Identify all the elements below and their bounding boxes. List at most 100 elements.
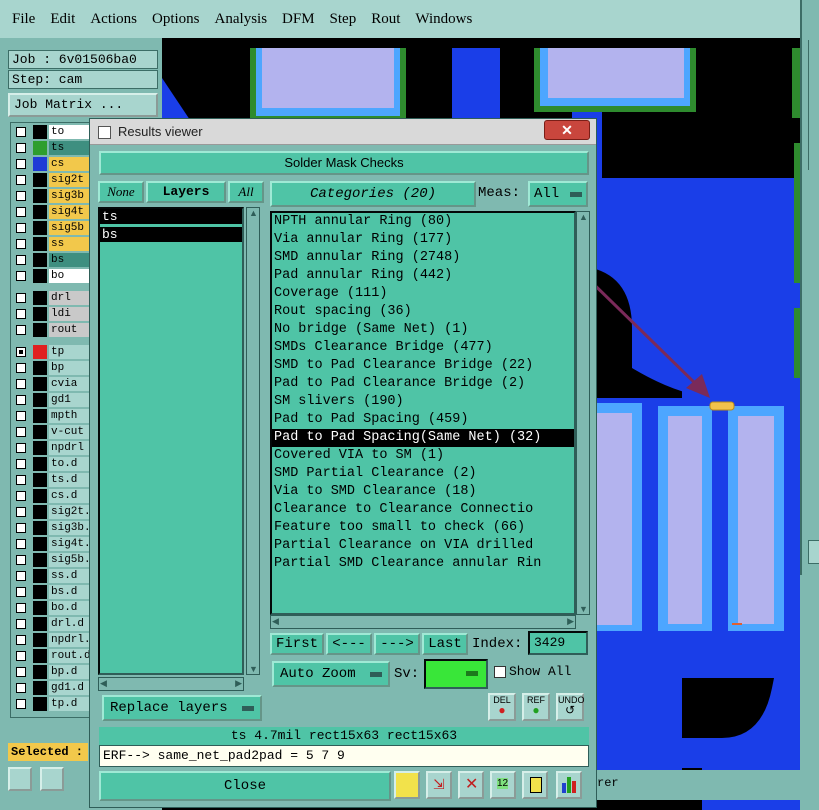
layer-checkbox[interactable]	[16, 699, 26, 709]
category-item[interactable]: Coverage (111)	[272, 285, 574, 303]
layer-checkbox[interactable]	[16, 443, 26, 453]
layer-color-swatch[interactable]	[33, 291, 47, 305]
layer-color-swatch[interactable]	[33, 173, 47, 187]
replace-layers-dropdown[interactable]: Replace layers	[102, 695, 262, 721]
layer-checkbox[interactable]	[16, 325, 26, 335]
layer-color-swatch[interactable]	[33, 409, 47, 423]
layer-checkbox[interactable]	[16, 363, 26, 373]
category-item[interactable]: SMD Partial Clearance (2)	[272, 465, 574, 483]
layer-name[interactable]: ss	[49, 237, 91, 251]
layer-color-swatch[interactable]	[33, 521, 47, 535]
filter-off-icon[interactable]: ✕	[458, 771, 484, 799]
category-item[interactable]: Pad annular Ring (442)	[272, 267, 574, 285]
layer-checkbox[interactable]	[16, 159, 26, 169]
layer-name[interactable]: rout	[49, 323, 91, 337]
menu-file[interactable]: File	[12, 11, 35, 28]
layer-name[interactable]: sig4t	[49, 205, 91, 219]
layer-color-swatch[interactable]	[33, 253, 47, 267]
category-item[interactable]: Via annular Ring (177)	[272, 231, 574, 249]
layer-name[interactable]: ss.d	[49, 569, 91, 583]
layer-name[interactable]: npdrl.	[49, 633, 91, 647]
layer-name[interactable]: sig2t	[49, 173, 91, 187]
layer-color-swatch[interactable]	[33, 237, 47, 251]
notes-icon[interactable]	[522, 771, 548, 799]
layer-color-swatch[interactable]	[33, 125, 47, 139]
layer-name[interactable]: sig3b.	[49, 521, 91, 535]
layer-color-swatch[interactable]	[33, 633, 47, 647]
layer-name[interactable]: cs	[49, 157, 91, 171]
layer-vscrollbar[interactable]: ▲ ▼	[246, 207, 260, 675]
window-button-stub[interactable]	[808, 540, 819, 564]
layer-name[interactable]: ts.d	[49, 473, 91, 487]
layer-checkbox[interactable]	[16, 347, 26, 357]
layer-name[interactable]: bp	[49, 361, 91, 375]
layer-name[interactable]: mpth	[49, 409, 91, 423]
layer-checkbox[interactable]	[16, 555, 26, 565]
first-button[interactable]: First	[270, 633, 324, 655]
layer-name[interactable]: sig2t.	[49, 505, 91, 519]
layer-checkbox[interactable]	[16, 475, 26, 485]
ref-button[interactable]: REF ●	[522, 693, 550, 721]
layer-name[interactable]: rout.d	[49, 649, 91, 663]
severity-dropdown[interactable]	[424, 659, 488, 689]
layer-checkbox[interactable]	[16, 651, 26, 661]
categories-button[interactable]: Categories (20)	[270, 181, 476, 207]
layer-checkbox[interactable]	[16, 411, 26, 421]
menu-actions[interactable]: Actions	[90, 11, 137, 28]
layer-name[interactable]: gd1	[49, 393, 91, 407]
category-vscrollbar[interactable]: ▲ ▼	[576, 211, 590, 615]
category-item[interactable]: SMDs Clearance Bridge (477)	[272, 339, 574, 357]
layer-color-swatch[interactable]	[33, 377, 47, 391]
layer-checkbox[interactable]	[16, 571, 26, 581]
layer-color-swatch[interactable]	[33, 473, 47, 487]
layer-color-swatch[interactable]	[33, 665, 47, 679]
category-item[interactable]: Rout spacing (36)	[272, 303, 574, 321]
layer-name[interactable]: bo	[49, 269, 91, 283]
layer-checkbox[interactable]	[16, 395, 26, 405]
layer-checkbox[interactable]	[16, 309, 26, 319]
layer-name[interactable]: bp.d	[49, 665, 91, 679]
layer-color-swatch[interactable]	[33, 361, 47, 375]
layer-checkbox[interactable]	[16, 491, 26, 501]
layer-checkbox[interactable]	[16, 619, 26, 629]
layer-name[interactable]: bs	[49, 253, 91, 267]
layer-name[interactable]: to.d	[49, 457, 91, 471]
layer-checkbox[interactable]	[16, 507, 26, 517]
close-icon[interactable]: ✕	[544, 120, 590, 140]
layer-checkbox[interactable]	[16, 143, 26, 153]
category-item[interactable]: Pad to Pad Clearance Bridge (2)	[272, 375, 574, 393]
layer-name[interactable]: ts	[49, 141, 91, 155]
show-all-checkbox[interactable]: Show All	[494, 664, 571, 679]
category-item[interactable]: Partial Clearance on VIA drilled	[272, 537, 574, 555]
layer-color-swatch[interactable]	[33, 141, 47, 155]
layer-name[interactable]: sig5b.	[49, 553, 91, 567]
layer-color-swatch[interactable]	[33, 205, 47, 219]
layer-color-swatch[interactable]	[33, 323, 47, 337]
layer-name[interactable]: tp.d	[49, 697, 91, 711]
layer-checkbox[interactable]	[16, 175, 26, 185]
layer-checkbox[interactable]	[16, 459, 26, 469]
layer-name[interactable]: sig4t.	[49, 537, 91, 551]
menu-step[interactable]: Step	[330, 11, 357, 28]
layer-name[interactable]: to	[49, 125, 91, 139]
prev-button[interactable]: <---	[326, 633, 372, 655]
layer-color-swatch[interactable]	[33, 345, 47, 359]
menu-analysis[interactable]: Analysis	[215, 11, 268, 28]
category-item[interactable]: No bridge (Same Net) (1)	[272, 321, 574, 339]
category-item[interactable]: SMD annular Ring (2748)	[272, 249, 574, 267]
layer-color-swatch[interactable]	[33, 157, 47, 171]
category-item[interactable]: Via to SMD Clearance (18)	[272, 483, 574, 501]
export-icon[interactable]: ⇲	[426, 771, 452, 799]
layer-color-swatch[interactable]	[33, 601, 47, 615]
layer-name[interactable]: tp	[49, 345, 91, 359]
layer-color-swatch[interactable]	[33, 489, 47, 503]
category-item[interactable]: Feature too small to check (66)	[272, 519, 574, 537]
menu-rout[interactable]: Rout	[371, 11, 400, 28]
meas-dropdown[interactable]: All	[528, 181, 588, 207]
layer-checkbox[interactable]	[16, 223, 26, 233]
layer-name[interactable]: sig3b	[49, 189, 91, 203]
del-button[interactable]: DEL ●	[488, 693, 516, 721]
number-icon[interactable]: 12	[490, 771, 516, 799]
auto-zoom-dropdown[interactable]: Auto Zoom	[272, 661, 390, 687]
layer-checkbox[interactable]	[16, 603, 26, 613]
